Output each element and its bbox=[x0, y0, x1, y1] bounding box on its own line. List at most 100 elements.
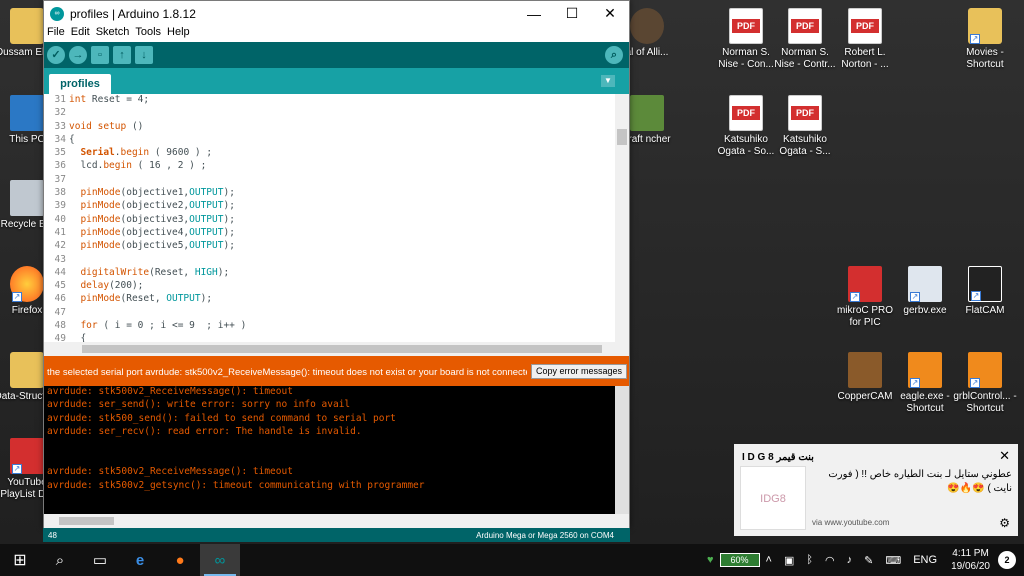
desktop-icon-pdf-ogata-2[interactable]: Katsuhiko Ogata - S... bbox=[770, 95, 840, 158]
error-bar: the selected serial port avrdude: stk500… bbox=[44, 356, 629, 386]
arduino-taskbar-icon[interactable]: ∞ bbox=[200, 544, 240, 576]
verify-button[interactable]: ✓ bbox=[47, 46, 65, 64]
line-number: 38 bbox=[54, 187, 66, 199]
scroll-thumb[interactable] bbox=[617, 129, 627, 145]
code-line: pinMode(Reset, OUTPUT); bbox=[80, 293, 213, 305]
console-output[interactable]: avrdude: stk500v2_ReceiveMessage(): time… bbox=[44, 386, 629, 514]
code-line: delay(200); bbox=[80, 280, 144, 292]
menu-help[interactable]: Help bbox=[167, 26, 190, 42]
open-sketch-button[interactable]: ↑ bbox=[113, 46, 131, 64]
save-sketch-button[interactable]: ↓ bbox=[135, 46, 153, 64]
desktop-icon-movies[interactable]: ↗ Movies - Shortcut bbox=[950, 8, 1020, 71]
mikroc-icon: ↗ bbox=[848, 266, 882, 302]
desktop-icon-pdf-norton[interactable]: Robert L. Norton - ... bbox=[830, 8, 900, 71]
copy-error-messages-button[interactable]: Copy error messages bbox=[531, 364, 627, 379]
code-area[interactable]: int Reset = 4; void setup (){ Serial.begi… bbox=[69, 94, 614, 344]
bluetooth-icon[interactable]: ᛒ bbox=[806, 554, 813, 566]
desktop-icon-grblcontrol[interactable]: ↗ grblControl... - Shortcut bbox=[950, 352, 1020, 415]
line-number: 44 bbox=[54, 266, 66, 278]
code-line: int Reset = 4; bbox=[69, 94, 150, 105]
console-horizontal-scrollbar[interactable] bbox=[44, 514, 629, 528]
language-indicator[interactable]: ENG bbox=[913, 554, 937, 566]
menu-edit[interactable]: Edit bbox=[71, 26, 90, 42]
start-button[interactable]: ⊞ bbox=[0, 544, 40, 576]
pdf-icon bbox=[788, 8, 822, 44]
scroll-thumb[interactable] bbox=[59, 517, 114, 525]
title-bar[interactable]: ∞ profiles | Arduino 1.8.12 — ☐ ✕ bbox=[44, 1, 629, 26]
task-view-icon[interactable]: ▭ bbox=[80, 544, 120, 576]
line-number: 48 bbox=[54, 320, 66, 332]
firefox-icon: ↗ bbox=[10, 266, 44, 302]
activity-icon[interactable]: ♥ bbox=[707, 554, 714, 566]
tab-profiles[interactable]: profiles bbox=[49, 74, 111, 94]
line-number: 33 bbox=[54, 120, 66, 132]
tab-menu-button[interactable]: ▼ bbox=[601, 75, 615, 87]
chevron-up-icon[interactable]: ˄ bbox=[766, 554, 772, 566]
edge-icon[interactable]: e bbox=[120, 544, 160, 576]
keyboard-icon[interactable]: ⌨ bbox=[885, 554, 901, 567]
pen-icon[interactable]: ✎ bbox=[864, 554, 873, 567]
recycle-bin-icon bbox=[10, 180, 44, 216]
line-number: 47 bbox=[54, 306, 66, 318]
flatcam-icon: ↗ bbox=[968, 266, 1002, 302]
coppercam-icon bbox=[848, 352, 882, 388]
folder-icon bbox=[10, 8, 44, 44]
notification-toast[interactable]: بنت قيمر I D G 8 ✕ IDG8 عطوني ستايل لـ ب… bbox=[734, 444, 1018, 536]
minecraft-icon bbox=[630, 95, 664, 131]
pdf-icon bbox=[788, 95, 822, 131]
pdf-icon bbox=[729, 95, 763, 131]
firefox-taskbar-icon[interactable]: ● bbox=[160, 544, 200, 576]
line-number: 34 bbox=[54, 133, 66, 145]
code-line: pinMode(objective1,OUTPUT); bbox=[80, 187, 235, 199]
menu-file[interactable]: File bbox=[47, 26, 65, 42]
minimize-button[interactable]: — bbox=[515, 1, 553, 26]
console-vertical-scrollbar[interactable] bbox=[615, 386, 629, 514]
line-number: 43 bbox=[54, 253, 66, 265]
code-editor[interactable]: 31 32 33 34 35 36 37 38 39 40 41 42 43 44 45 46 47 48 49 i… bbox=[44, 94, 629, 356]
volume-icon[interactable]: ♪ bbox=[847, 554, 853, 566]
close-icon[interactable]: ✕ bbox=[999, 448, 1010, 464]
line-number: 42 bbox=[54, 240, 66, 252]
download-icon: ↗ bbox=[10, 438, 44, 474]
line-number: 31 bbox=[54, 94, 66, 105]
clock[interactable]: 4:11 PM 19/06/20 bbox=[951, 547, 990, 573]
editor-horizontal-scrollbar[interactable] bbox=[44, 342, 629, 356]
line-number: 45 bbox=[54, 280, 66, 292]
close-button[interactable]: ✕ bbox=[591, 1, 629, 26]
line-number: 37 bbox=[54, 173, 66, 185]
search-icon[interactable]: ⌕ bbox=[40, 544, 80, 576]
serial-monitor-button[interactable]: ⌕ bbox=[605, 46, 623, 64]
console-line: avrdude: stk500v2_getsync(): timeout com… bbox=[47, 479, 425, 491]
gear-icon[interactable]: ⚙ bbox=[999, 516, 1010, 530]
code-line: pinMode(objective3,OUTPUT); bbox=[80, 213, 235, 225]
new-sketch-button[interactable]: ▫ bbox=[91, 46, 109, 64]
desktop-icon-flatcam[interactable]: ↗ FlatCAM bbox=[950, 266, 1020, 317]
line-number-gutter: 31 32 33 34 35 36 37 38 39 40 41 42 43 44 45 46 47 48 49 bbox=[44, 94, 69, 344]
notification-thumbnail: IDG8 bbox=[740, 466, 806, 530]
taskbar: ⊞ ⌕ ▭ e ● ∞ ♥ 60% ˄ ▣ ᛒ ◠ ♪ ✎ ⌨ ENG 4:11… bbox=[0, 544, 1024, 576]
toolbar: ✓ → ▫ ↑ ↓ ⌕ bbox=[44, 42, 629, 68]
menu-sketch[interactable]: Sketch bbox=[96, 26, 130, 42]
code-line: Serial.begin ( 9600 ) ; bbox=[80, 147, 213, 159]
system-tray: ♥ 60% ˄ ▣ ᛒ ◠ ♪ ✎ ⌨ ENG 4:11 PM 19/06/20… bbox=[701, 544, 1024, 576]
action-center-button[interactable]: 2 bbox=[998, 551, 1016, 569]
scroll-thumb[interactable] bbox=[82, 345, 602, 353]
notification-message: عطوني ستايل لـ بنت الطياره خاص !! ( فورت… bbox=[828, 469, 1012, 494]
computer-icon bbox=[10, 95, 44, 131]
editor-vertical-scrollbar[interactable] bbox=[615, 94, 629, 342]
menu-tools[interactable]: Tools bbox=[135, 26, 161, 42]
tray-app-icon[interactable]: ▣ bbox=[784, 554, 794, 567]
tab-bar: profiles ▼ bbox=[44, 68, 629, 94]
menu-bar: File Edit Sketch Tools Help bbox=[44, 26, 629, 42]
wifi-icon[interactable]: ◠ bbox=[825, 554, 835, 567]
notification-source: via www.youtube.com bbox=[812, 518, 890, 527]
code-line: { bbox=[69, 133, 75, 145]
upload-button[interactable]: → bbox=[69, 46, 87, 64]
maximize-button[interactable]: ☐ bbox=[553, 1, 591, 26]
status-board-port: Arduino Mega or Mega 2560 on COM4 bbox=[476, 531, 614, 540]
battery-indicator[interactable]: 60% bbox=[719, 553, 760, 567]
line-number: 40 bbox=[54, 213, 66, 225]
